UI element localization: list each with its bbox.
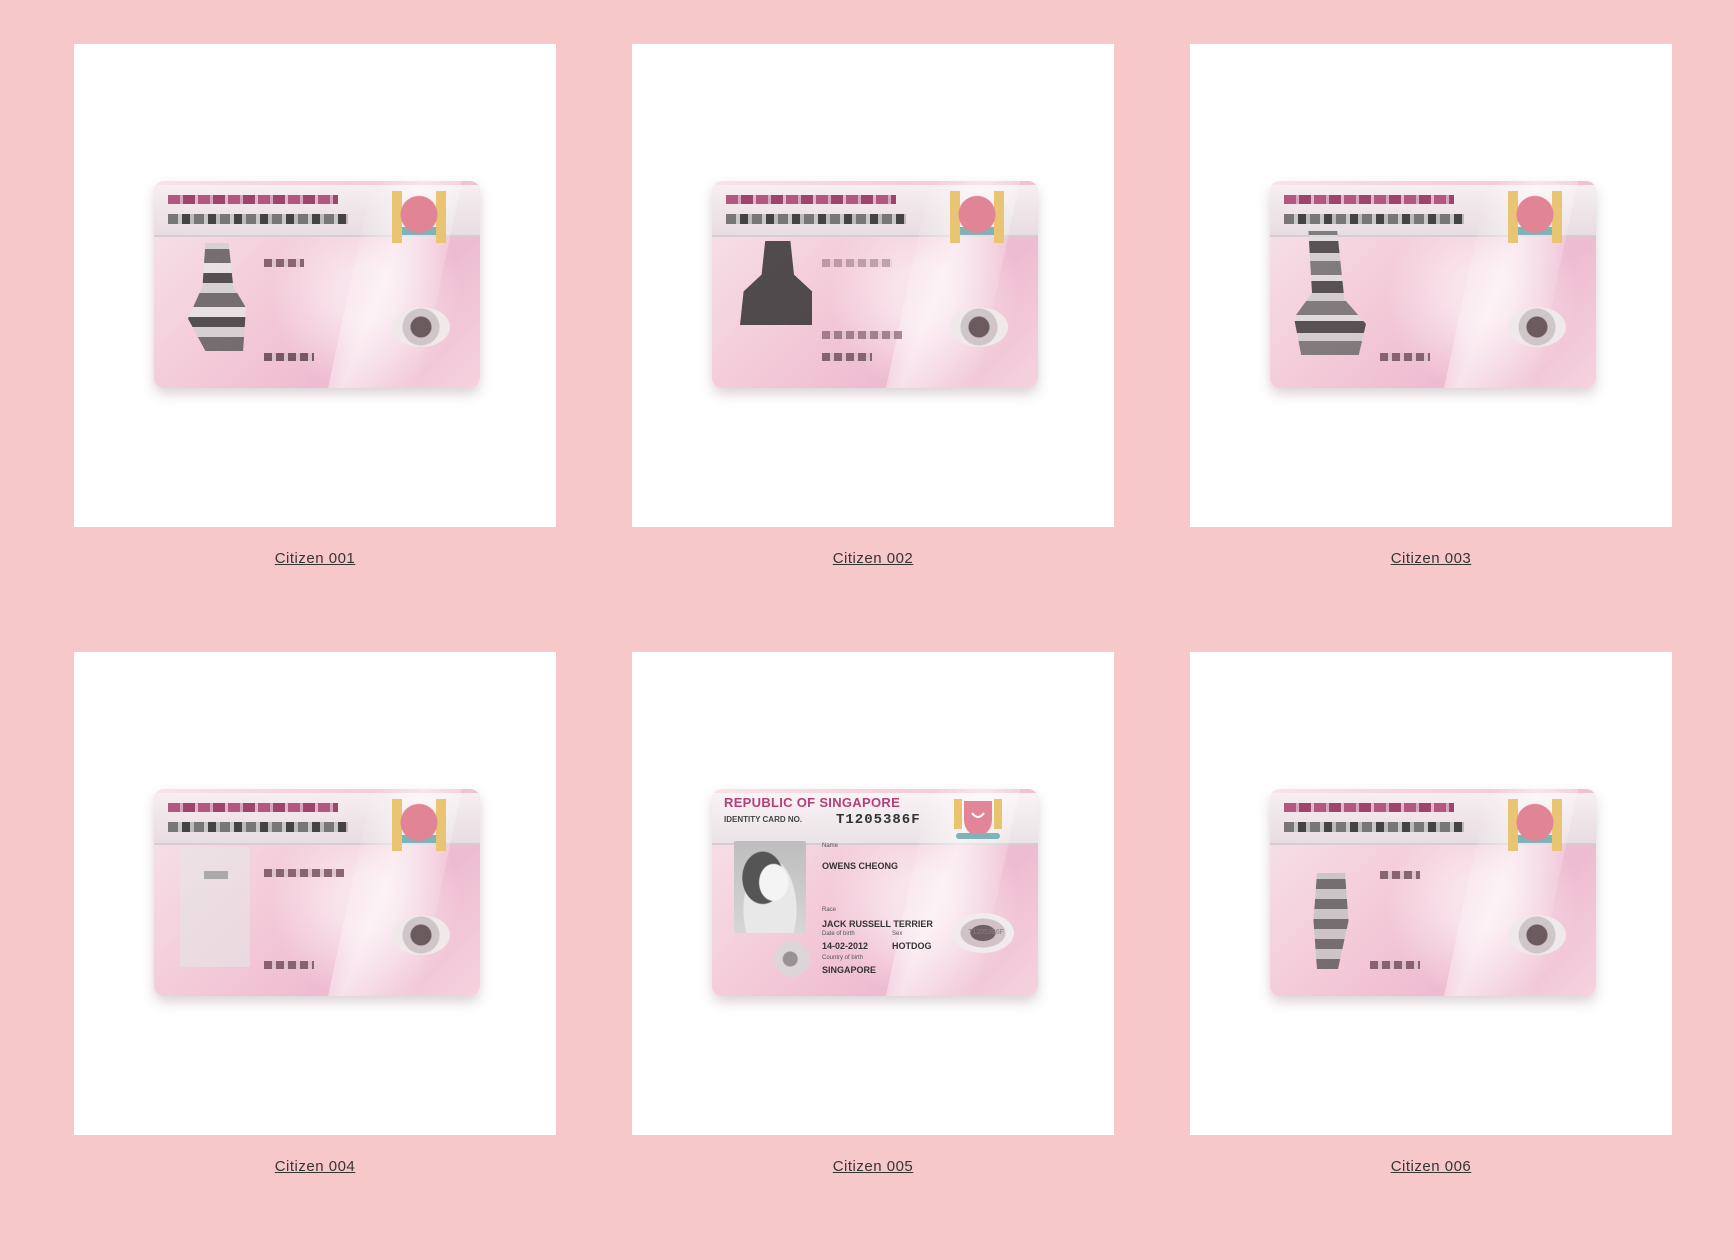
citizen-thumbnail-link[interactable]: REPUBLIC OF SINGAPORE IDENTITY CARD NO. … (632, 652, 1114, 1135)
pixelated-id-card-image (712, 181, 1038, 388)
citizen-caption-link[interactable]: Citizen 006 (1190, 1158, 1672, 1175)
chip-id-text: T1205386F (968, 929, 1004, 936)
citizen-caption-link[interactable]: Citizen 001 (74, 550, 556, 567)
citizen-caption-link[interactable]: Citizen 002 (632, 550, 1114, 567)
race-value: JACK RUSSELL TERRIER (822, 919, 933, 929)
gallery-item: Citizen 006 (1190, 652, 1672, 1260)
dob-value: 14-02-2012 (822, 941, 869, 951)
gallery-item: Citizen 002 (632, 44, 1114, 652)
citizen-thumbnail-link[interactable] (1190, 652, 1672, 1135)
race-label: Race (822, 907, 837, 913)
dob-label: Date of birth (822, 931, 855, 937)
citizen-caption-link[interactable]: Citizen 005 (632, 1158, 1114, 1175)
card-id-label: IDENTITY CARD NO. (724, 815, 803, 824)
sex-label: Sex (892, 931, 903, 937)
gallery-item: Citizen 003 (1190, 44, 1672, 652)
dog-small-photo (774, 941, 810, 977)
gallery-item: REPUBLIC OF SINGAPORE IDENTITY CARD NO. … (632, 652, 1114, 1260)
sex-value: HOTDOG (892, 941, 932, 951)
coat-of-arms-icon (954, 799, 1002, 839)
card-country-title: REPUBLIC OF SINGAPORE (724, 795, 901, 810)
citizen-thumbnail-link[interactable] (74, 652, 556, 1135)
name-label: Name (822, 843, 839, 849)
gallery-item: Citizen 001 (74, 44, 556, 652)
pixelated-id-card-image (1270, 181, 1596, 388)
name-value: OWENS CHEONG (822, 861, 899, 871)
dog-portrait-photo (734, 841, 806, 933)
gallery-item: Citizen 004 (74, 652, 556, 1260)
country-value: SINGAPORE (822, 965, 877, 975)
citizen-thumbnail-link[interactable] (74, 44, 556, 527)
pixelated-id-card-image (154, 181, 480, 388)
citizen-caption-link[interactable]: Citizen 003 (1190, 550, 1672, 567)
citizen-caption-link[interactable]: Citizen 004 (74, 1158, 556, 1175)
card-id-number: T1205386F (836, 812, 921, 828)
pixelated-id-card-image (154, 789, 480, 996)
citizen-gallery: Citizen 001 Citizen 002 Citizen 003 Citi… (74, 44, 1672, 1260)
dog-id-card-image: REPUBLIC OF SINGAPORE IDENTITY CARD NO. … (712, 789, 1038, 996)
pixelated-id-card-image (1270, 789, 1596, 996)
citizen-thumbnail-link[interactable] (1190, 44, 1672, 527)
country-label: Country of birth (822, 955, 864, 961)
citizen-thumbnail-link[interactable] (632, 44, 1114, 527)
